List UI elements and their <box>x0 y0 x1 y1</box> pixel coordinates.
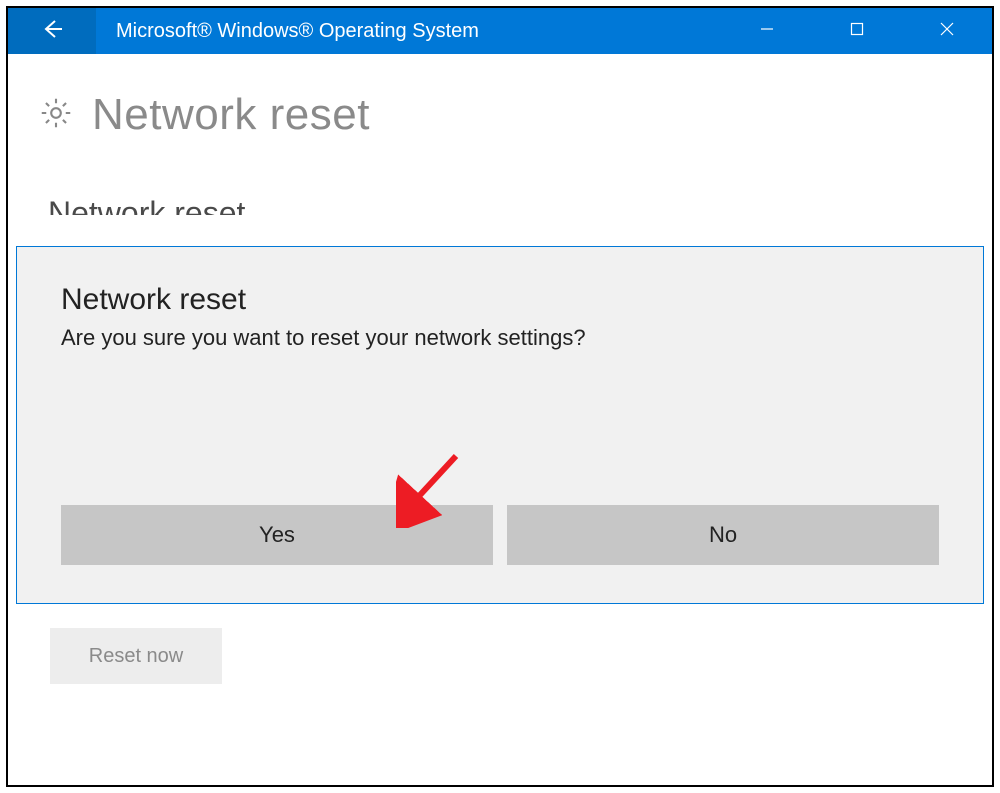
page-title: Network reset <box>92 90 370 140</box>
dialog-buttons: Yes No <box>61 505 939 573</box>
close-button[interactable] <box>902 8 992 54</box>
window-frame: Microsoft® Windows® Operating System <box>6 6 994 787</box>
page-heading-row: Network reset <box>38 90 962 140</box>
minimize-icon <box>759 21 775 42</box>
maximize-button[interactable] <box>812 8 902 54</box>
reset-now-button[interactable]: Reset now <box>50 628 222 684</box>
yes-button[interactable]: Yes <box>61 505 493 565</box>
content-area: Network reset Network reset <box>8 54 992 215</box>
gear-icon <box>38 95 74 136</box>
confirmation-dialog: Network reset Are you sure you want to r… <box>16 246 984 604</box>
no-button[interactable]: No <box>507 505 939 565</box>
window-controls <box>722 8 992 54</box>
truncated-section-heading: Network reset <box>48 195 962 215</box>
back-button[interactable] <box>8 8 96 54</box>
dialog-message: Are you sure you want to reset your netw… <box>61 325 939 351</box>
arrow-left-icon <box>40 17 64 46</box>
titlebar: Microsoft® Windows® Operating System <box>8 8 992 54</box>
minimize-button[interactable] <box>722 8 812 54</box>
close-icon <box>939 21 955 42</box>
window-title: Microsoft® Windows® Operating System <box>96 8 722 54</box>
dialog-title: Network reset <box>61 283 939 317</box>
maximize-icon <box>849 21 865 42</box>
